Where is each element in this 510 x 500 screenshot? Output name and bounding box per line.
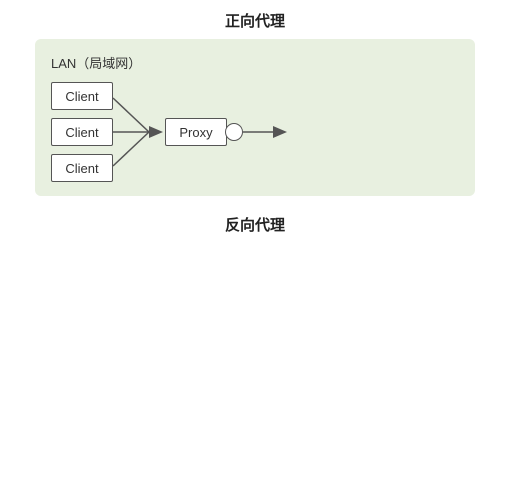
forward-proxy-box: Proxy — [165, 118, 227, 146]
forward-proxy-circle — [225, 123, 243, 141]
forward-lan-label: LAN（局域网） — [51, 53, 459, 72]
forward-diagram: LAN（局域网） Client Client Client — [35, 39, 475, 196]
page: 正向代理 LAN（局域网） Client Client Client — [0, 0, 510, 500]
forward-arrows-to-proxy — [113, 84, 165, 180]
forward-client-2: Client — [51, 118, 113, 146]
forward-arrow-to-server — [243, 117, 287, 147]
forward-client-1: Client — [51, 82, 113, 110]
forward-client-3: Client — [51, 154, 113, 182]
reverse-title: 反向代理 — [225, 214, 285, 235]
forward-title: 正向代理 — [35, 10, 475, 31]
forward-proxy-group: Proxy — [165, 118, 243, 146]
forward-clients: Client Client Client — [51, 82, 113, 182]
forward-proxy-section: 正向代理 LAN（局域网） Client Client Client — [35, 10, 475, 196]
reverse-proxy-section: 反向代理 — [225, 214, 285, 243]
